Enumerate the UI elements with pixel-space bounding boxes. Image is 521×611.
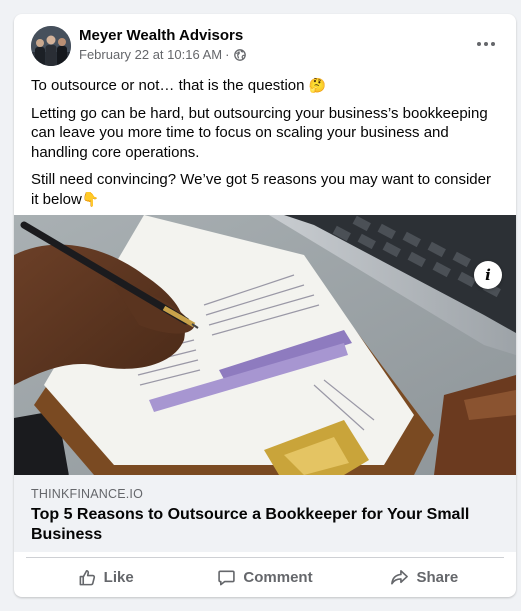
page-avatar[interactable] (31, 26, 71, 66)
post-paragraph: Still need convincing? We’ve got 5 reaso… (31, 171, 491, 208)
comment-button[interactable]: Comment (185, 558, 344, 593)
share-label: Share (416, 569, 459, 586)
post-card: Meyer Wealth Advisors February 22 at 10:… (14, 14, 516, 597)
link-domain: THINKFINANCE.IO (31, 487, 144, 501)
comment-label: Comment (243, 569, 313, 586)
post-timestamp[interactable]: February 22 at 10:16 AM (79, 47, 222, 62)
meta-separator: · (225, 47, 230, 62)
share-icon (391, 570, 409, 585)
link-preview[interactable]: THINKFINANCE.IO Top 5 Reasons to Outsour… (14, 475, 516, 552)
post-paragraph: To outsource or not… that is the questio… (31, 77, 327, 94)
thinking-face-emoji: 🤔 (308, 77, 327, 93)
like-button[interactable]: Like (26, 558, 185, 593)
post-text: To outsource or not… that is the questio… (31, 76, 501, 217)
pointing-down-emoji: 👇 (81, 190, 100, 207)
more-options-icon[interactable] (470, 32, 502, 56)
post-paragraph: Letting go can be hard, but outsourcing … (31, 104, 488, 161)
post-meta: February 22 at 10:16 AM · (79, 47, 247, 62)
post-actions: Like Comment Share (26, 557, 504, 593)
comment-icon (218, 570, 236, 586)
post-header: Meyer Wealth Advisors February 22 at 10:… (14, 14, 516, 74)
info-icon[interactable]: i (474, 261, 502, 289)
page-name[interactable]: Meyer Wealth Advisors (79, 27, 243, 44)
globe-icon[interactable] (234, 48, 247, 61)
thumbs-up-icon (79, 570, 95, 586)
like-label: Like (103, 569, 134, 586)
link-preview-image[interactable] (14, 215, 516, 475)
share-button[interactable]: Share (345, 558, 504, 593)
link-title[interactable]: Top 5 Reasons to Outsource a Bookkeeper … (31, 505, 501, 545)
